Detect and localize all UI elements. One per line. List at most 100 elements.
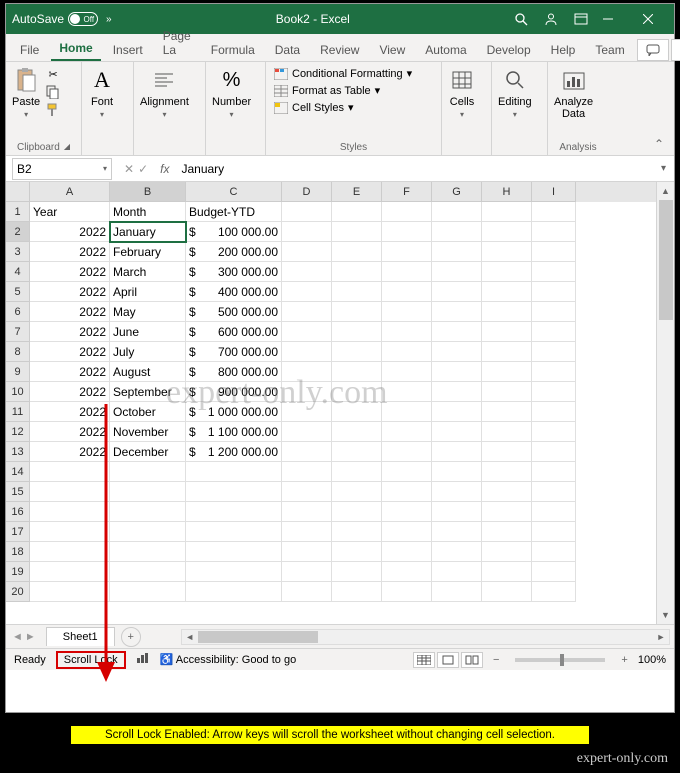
cell-I18[interactable] bbox=[532, 542, 576, 562]
cell-E10[interactable] bbox=[332, 382, 382, 402]
cell-G5[interactable] bbox=[432, 282, 482, 302]
cell-E11[interactable] bbox=[332, 402, 382, 422]
cell-G19[interactable] bbox=[432, 562, 482, 582]
cell-B7[interactable]: June bbox=[110, 322, 186, 342]
cell-C20[interactable] bbox=[186, 582, 282, 602]
format-as-table-button[interactable]: Format as Table ▾ bbox=[272, 83, 432, 98]
cell-H8[interactable] bbox=[482, 342, 532, 362]
cell-H2[interactable] bbox=[482, 222, 532, 242]
column-header-I[interactable]: I bbox=[532, 182, 576, 202]
cell-D17[interactable] bbox=[282, 522, 332, 542]
select-all-corner[interactable] bbox=[6, 182, 30, 202]
cell-G1[interactable] bbox=[432, 202, 482, 222]
name-box[interactable]: B2▾ bbox=[12, 158, 112, 180]
cell-G2[interactable] bbox=[432, 222, 482, 242]
cell-A8[interactable]: 2022 bbox=[30, 342, 110, 362]
cell-A11[interactable]: 2022 bbox=[30, 402, 110, 422]
tab-developer[interactable]: Develop bbox=[479, 39, 539, 61]
cell-B13[interactable]: December bbox=[110, 442, 186, 462]
account-icon[interactable] bbox=[544, 12, 558, 26]
sheet-nav-prev[interactable]: ◄ bbox=[12, 631, 23, 643]
cell-I20[interactable] bbox=[532, 582, 576, 602]
formula-bar[interactable]: January bbox=[175, 162, 653, 176]
cell-E20[interactable] bbox=[332, 582, 382, 602]
editing-button[interactable]: Editing▾ bbox=[498, 66, 532, 119]
cell-A15[interactable] bbox=[30, 482, 110, 502]
cell-I10[interactable] bbox=[532, 382, 576, 402]
row-header-17[interactable]: 17 bbox=[6, 522, 30, 542]
row-header-7[interactable]: 7 bbox=[6, 322, 30, 342]
view-page-layout-button[interactable] bbox=[437, 652, 459, 668]
tab-data[interactable]: Data bbox=[267, 39, 308, 61]
analyze-data-button[interactable]: Analyze Data bbox=[554, 66, 593, 120]
cell-B6[interactable]: May bbox=[110, 302, 186, 322]
comments-button[interactable] bbox=[637, 39, 669, 61]
cell-C3[interactable]: $200 000.00 bbox=[186, 242, 282, 262]
sheet-tab-sheet1[interactable]: Sheet1 bbox=[46, 627, 115, 646]
cell-B15[interactable] bbox=[110, 482, 186, 502]
cell-E6[interactable] bbox=[332, 302, 382, 322]
horizontal-scrollbar[interactable]: ◄► bbox=[181, 629, 670, 645]
zoom-in-button[interactable]: + bbox=[621, 654, 627, 666]
cell-B16[interactable] bbox=[110, 502, 186, 522]
cell-A1[interactable]: Year bbox=[30, 202, 110, 222]
paste-button[interactable]: Paste ▾ bbox=[12, 66, 40, 119]
cell-C4[interactable]: $300 000.00 bbox=[186, 262, 282, 282]
column-header-G[interactable]: G bbox=[432, 182, 482, 202]
cancel-formula-button[interactable]: ✕ bbox=[124, 162, 134, 176]
cell-H5[interactable] bbox=[482, 282, 532, 302]
cell-D13[interactable] bbox=[282, 442, 332, 462]
scroll-thumb[interactable] bbox=[659, 200, 673, 320]
cell-H18[interactable] bbox=[482, 542, 532, 562]
column-header-D[interactable]: D bbox=[282, 182, 332, 202]
cell-D6[interactable] bbox=[282, 302, 332, 322]
cell-H11[interactable] bbox=[482, 402, 532, 422]
cell-E3[interactable] bbox=[332, 242, 382, 262]
row-header-11[interactable]: 11 bbox=[6, 402, 30, 422]
cell-F11[interactable] bbox=[382, 402, 432, 422]
cell-A2[interactable]: 2022 bbox=[30, 222, 110, 242]
cell-H15[interactable] bbox=[482, 482, 532, 502]
cell-G20[interactable] bbox=[432, 582, 482, 602]
cell-I9[interactable] bbox=[532, 362, 576, 382]
row-header-5[interactable]: 5 bbox=[6, 282, 30, 302]
cell-E4[interactable] bbox=[332, 262, 382, 282]
cells-button[interactable]: Cells▾ bbox=[448, 66, 476, 119]
cell-C19[interactable] bbox=[186, 562, 282, 582]
cell-F14[interactable] bbox=[382, 462, 432, 482]
cell-E18[interactable] bbox=[332, 542, 382, 562]
cell-H6[interactable] bbox=[482, 302, 532, 322]
cell-A18[interactable] bbox=[30, 542, 110, 562]
cell-F6[interactable] bbox=[382, 302, 432, 322]
column-header-F[interactable]: F bbox=[382, 182, 432, 202]
cell-C14[interactable] bbox=[186, 462, 282, 482]
tab-file[interactable]: File bbox=[12, 39, 47, 61]
tab-review[interactable]: Review bbox=[312, 39, 367, 61]
cell-I17[interactable] bbox=[532, 522, 576, 542]
row-header-4[interactable]: 4 bbox=[6, 262, 30, 282]
cell-H12[interactable] bbox=[482, 422, 532, 442]
sheet-nav-next[interactable]: ► bbox=[25, 631, 36, 643]
cell-A6[interactable]: 2022 bbox=[30, 302, 110, 322]
cell-G17[interactable] bbox=[432, 522, 482, 542]
cell-F16[interactable] bbox=[382, 502, 432, 522]
cell-F10[interactable] bbox=[382, 382, 432, 402]
cell-C12[interactable]: $1 100 000.00 bbox=[186, 422, 282, 442]
cell-D8[interactable] bbox=[282, 342, 332, 362]
cell-E13[interactable] bbox=[332, 442, 382, 462]
cell-A14[interactable] bbox=[30, 462, 110, 482]
cell-D16[interactable] bbox=[282, 502, 332, 522]
cell-A12[interactable]: 2022 bbox=[30, 422, 110, 442]
cell-G15[interactable] bbox=[432, 482, 482, 502]
cell-E2[interactable] bbox=[332, 222, 382, 242]
cell-G18[interactable] bbox=[432, 542, 482, 562]
row-header-8[interactable]: 8 bbox=[6, 342, 30, 362]
vertical-scrollbar[interactable]: ▲ ▼ bbox=[656, 182, 674, 624]
scroll-up-button[interactable]: ▲ bbox=[657, 182, 674, 200]
cell-C10[interactable]: $900 000.00 bbox=[186, 382, 282, 402]
cell-H9[interactable] bbox=[482, 362, 532, 382]
cell-I7[interactable] bbox=[532, 322, 576, 342]
cell-F2[interactable] bbox=[382, 222, 432, 242]
cell-E7[interactable] bbox=[332, 322, 382, 342]
tab-page-layout[interactable]: Page La bbox=[155, 25, 199, 61]
